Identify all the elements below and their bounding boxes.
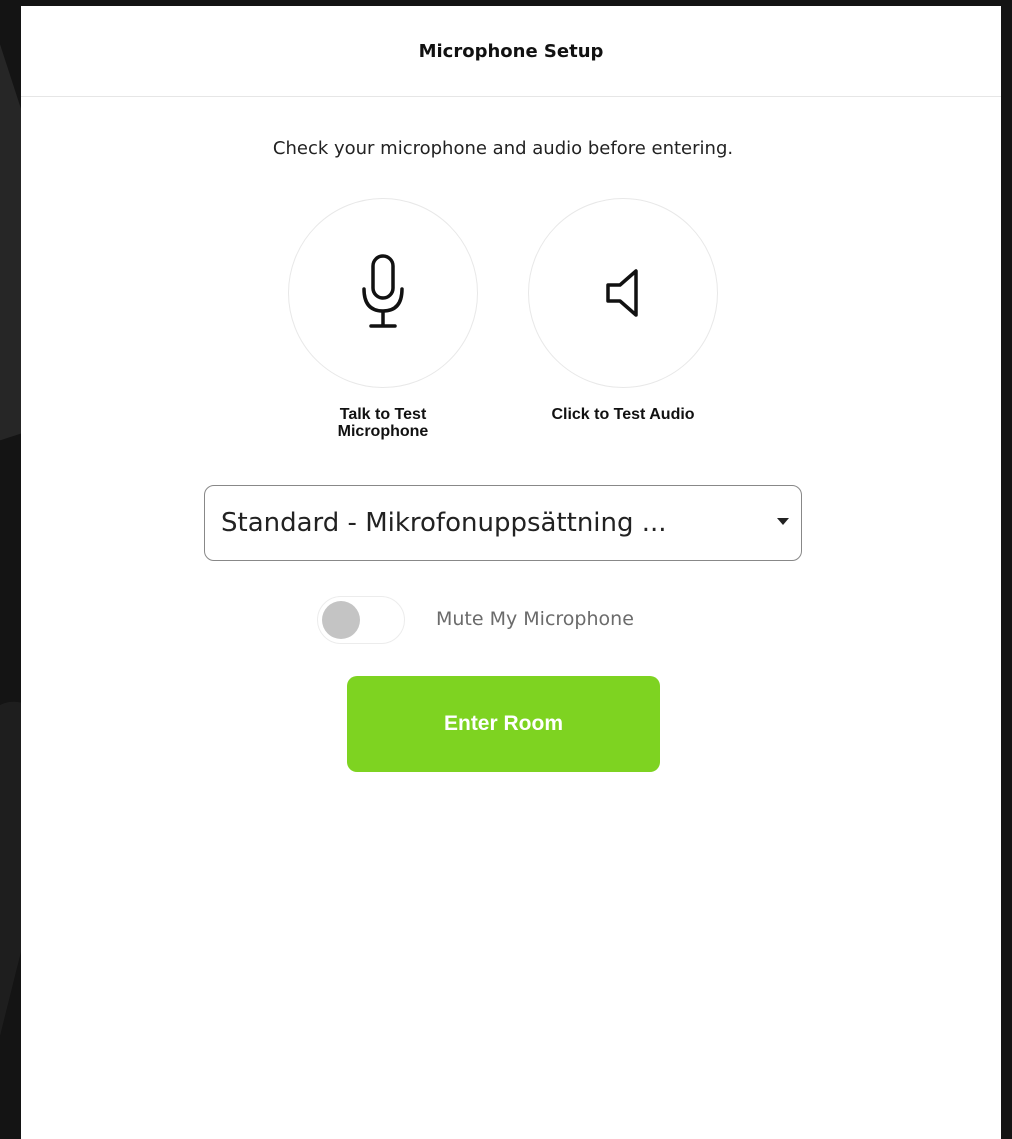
enter-room-button[interactable]: Enter Room (347, 676, 660, 772)
speaker-icon (606, 269, 638, 317)
test-audio-label: Click to Test Audio (551, 406, 695, 423)
microphone-icon (362, 254, 404, 328)
microphone-setup-dialog: Microphone Setup Check your microphone a… (21, 6, 1001, 1139)
mute-microphone-label: Mute My Microphone (436, 608, 634, 630)
test-microphone-label: Talk to Test Microphone (337, 406, 429, 440)
dialog-header: Microphone Setup (21, 6, 1001, 97)
dialog-title: Microphone Setup (418, 40, 604, 62)
toggle-knob (322, 601, 360, 639)
test-audio-button[interactable] (528, 198, 718, 388)
caret-down-icon (777, 517, 789, 525)
dialog-subtitle: Check your microphone and audio before e… (272, 138, 734, 159)
test-microphone-button[interactable] (288, 198, 478, 388)
microphone-device-select[interactable]: Standard - Mikrofonuppsättning ... (204, 485, 802, 561)
mute-microphone-toggle[interactable] (317, 596, 405, 644)
selected-device: Standard - Mikrofonuppsättning ... (221, 508, 667, 538)
